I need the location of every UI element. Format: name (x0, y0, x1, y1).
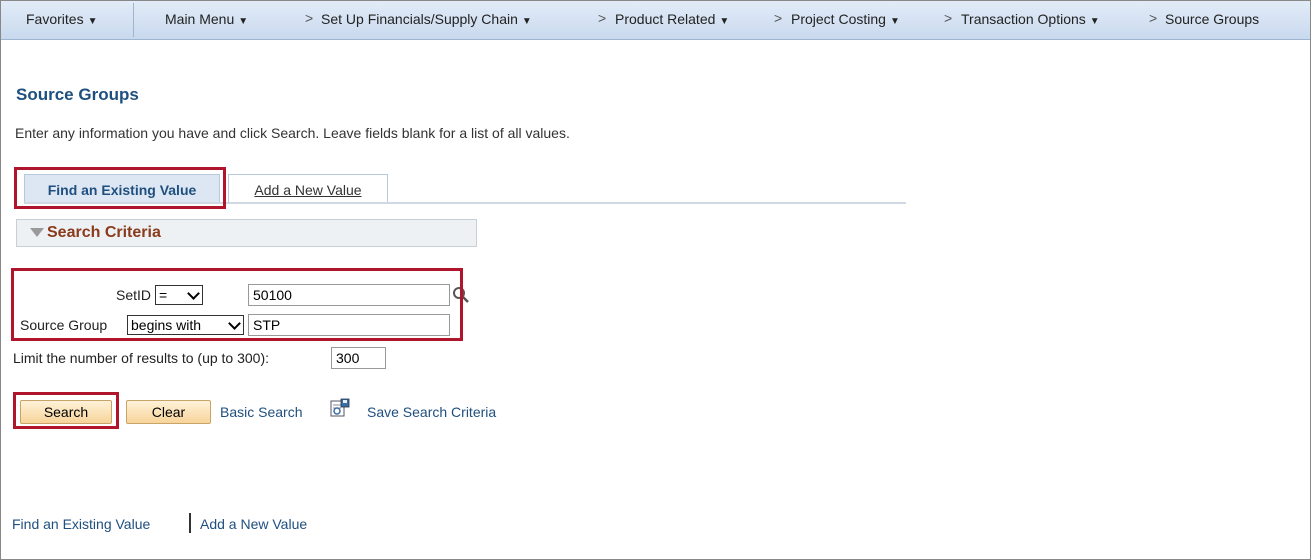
save-search-criteria-link[interactable]: Save Search Criteria (367, 404, 496, 420)
breadcrumb-project-costing[interactable]: Project Costing ▼ (791, 11, 900, 27)
breadcrumb-setup-financials[interactable]: Set Up Financials/Supply Chain ▼ (321, 11, 532, 27)
clear-button[interactable]: Clear (126, 400, 211, 424)
chevron-down-icon: ▼ (238, 16, 249, 27)
main-menu[interactable]: Main Menu ▼ (165, 11, 248, 27)
breadcrumb-source-groups[interactable]: Source Groups (1165, 11, 1259, 27)
top-nav-bar: Favorites ▼ Main Menu ▼ > Set Up Financial… (1, 1, 1310, 40)
chevron-down-icon: ▼ (1089, 16, 1100, 27)
breadcrumb-product-related[interactable]: Product Related ▼ (615, 11, 729, 27)
footer-add-new-link[interactable]: Add a New Value (200, 516, 307, 532)
breadcrumb-separator: > (1149, 10, 1158, 26)
footer-find-existing-link[interactable]: Find an Existing Value (12, 516, 150, 532)
highlight-box-search (13, 392, 119, 429)
instructions-text: Enter any information you have and click… (15, 125, 570, 141)
chevron-down-icon: ▼ (521, 16, 532, 27)
nav-divider (133, 3, 134, 37)
triangle-down-icon (30, 228, 44, 237)
tab-add-new-value[interactable]: Add a New Value (228, 174, 388, 204)
chevron-down-icon: ▼ (87, 16, 98, 27)
footer-divider (189, 513, 191, 533)
basic-search-link[interactable]: Basic Search (220, 404, 302, 420)
favorites-menu[interactable]: Favorites ▼ (26, 11, 97, 27)
limit-results-input[interactable]: 300 (331, 347, 386, 369)
chevron-down-icon: ▼ (889, 16, 900, 27)
highlight-box-tab (14, 167, 226, 209)
breadcrumb-separator: > (305, 10, 314, 26)
page-title: Source Groups (16, 85, 139, 104)
limit-results-label: Limit the number of results to (up to 30… (13, 350, 270, 366)
search-criteria-header[interactable]: Search Criteria (16, 219, 477, 247)
highlight-box-criteria (11, 268, 463, 341)
breadcrumb-separator: > (944, 10, 953, 26)
search-criteria-title: Search Criteria (47, 224, 161, 241)
breadcrumb-transaction-options[interactable]: Transaction Options ▼ (961, 11, 1100, 27)
save-search-icon[interactable] (330, 398, 350, 418)
chevron-down-icon: ▼ (719, 16, 730, 27)
breadcrumb-separator: > (598, 10, 607, 26)
breadcrumb-separator: > (774, 10, 783, 26)
